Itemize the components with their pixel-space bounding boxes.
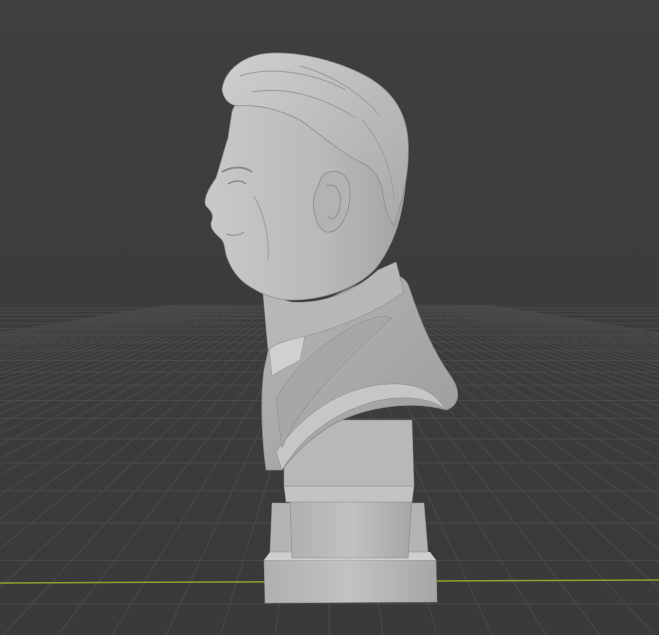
pedestal-column xyxy=(289,499,413,559)
pedestal-collar xyxy=(283,485,415,503)
3d-viewport[interactable] xyxy=(0,0,659,635)
viewport-canvas[interactable] xyxy=(0,0,659,635)
pedestal-base xyxy=(263,559,438,604)
